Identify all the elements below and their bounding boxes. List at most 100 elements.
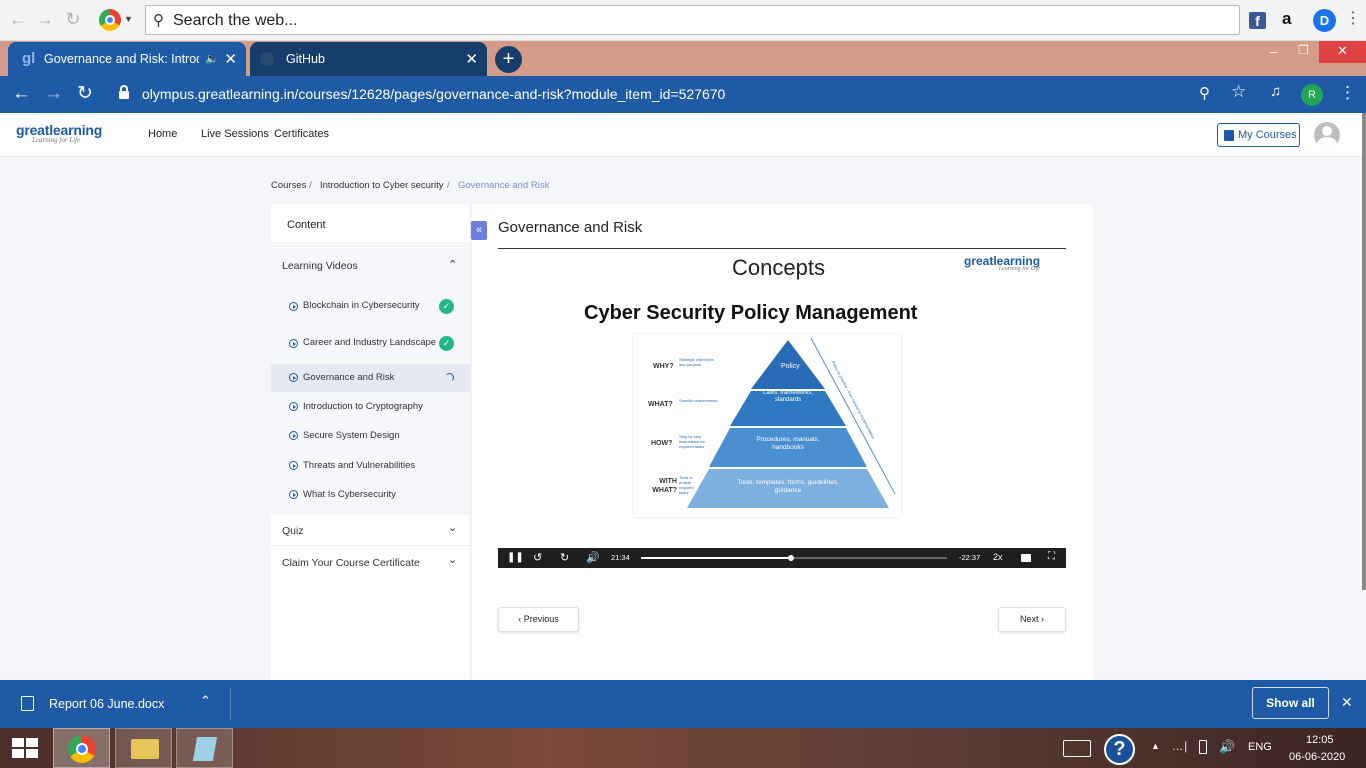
forward-arrow-icon[interactable]: → [44, 83, 63, 105]
windows-start-icon[interactable] [12, 738, 38, 758]
close-tab-icon[interactable]: ✕ [465, 50, 478, 68]
help-icon[interactable]: ? [1104, 734, 1135, 765]
user-avatar[interactable] [1314, 122, 1340, 148]
video-item[interactable]: Introduction to Cryptography [271, 396, 470, 416]
page-scrollbar[interactable] [1362, 113, 1366, 590]
language-indicator[interactable]: ENG [1248, 741, 1272, 753]
reload-icon[interactable]: ↻ [77, 82, 93, 105]
restore-icon[interactable]: ❐ [1298, 43, 1309, 57]
new-tab-button[interactable]: + [495, 46, 522, 73]
back-arrow-icon[interactable]: ← [12, 83, 31, 105]
taskbar-explorer-button[interactable] [115, 728, 172, 768]
chevron-down-icon[interactable]: ▼ [124, 14, 133, 24]
search-input[interactable]: ⚲ Search the web... [145, 5, 1240, 35]
pyramid-level-label: Policy [781, 363, 800, 370]
my-courses-button[interactable]: My Courses [1217, 123, 1300, 147]
course-sidebar: Content Learning Videos ⌃ Blockchain in … [271, 204, 471, 680]
section-label: Claim Your Course Certificate [282, 557, 420, 569]
progress-handle[interactable] [787, 555, 794, 561]
rewind-10-icon[interactable]: ↺ [533, 551, 542, 564]
video-item[interactable]: What Is Cybersecurity [271, 484, 470, 504]
reload-icon[interactable]: ↻ [63, 9, 83, 29]
minimize-icon[interactable]: – [1270, 43, 1278, 59]
video-item[interactable]: Career and Industry Landscape ✓ [271, 331, 470, 355]
chevron-left-icon: ‹ [518, 614, 522, 624]
video-item[interactable]: Blockchain in Cybersecurity ✓ [271, 294, 470, 318]
tab-title: GitHub [286, 52, 325, 66]
captions-icon[interactable] [1021, 554, 1031, 562]
elapsed-time: 21:34 [611, 553, 630, 562]
chevron-up-icon[interactable]: ⌃ [200, 693, 211, 709]
fullscreen-icon[interactable]: ⛶ [1048, 551, 1055, 562]
tab-github[interactable]: GitHub ✕ [250, 42, 487, 76]
next-button[interactable]: Next › [998, 607, 1066, 632]
video-item-label: Blockchain in Cybersecurity [303, 300, 420, 311]
chevron-up-icon[interactable]: ▲ [1151, 741, 1160, 751]
clock-date[interactable]: 06-06-2020 [1289, 751, 1345, 763]
slide-title: Cyber Security Policy Management [584, 302, 918, 324]
pyramid-level-label: Tools, templates, forms, guidelines, gui… [737, 479, 839, 494]
previous-button[interactable]: ‹ Previous [498, 607, 579, 632]
download-filename[interactable]: Report 06 June.docx [49, 697, 164, 711]
tab-title: Governance and Risk: Introdu [44, 52, 199, 66]
more-vert-icon[interactable]: ⋮ [1345, 8, 1361, 28]
media-control-icon[interactable]: ♫ [1270, 83, 1281, 100]
browser-toolbar: ← → ↻ ▼ ⚲ Search the web... f a D ⋮ [0, 0, 1366, 41]
clock-time[interactable]: 12:05 [1306, 734, 1334, 746]
profile-avatar[interactable]: R [1301, 84, 1323, 106]
progress-spinner-icon [445, 373, 454, 382]
show-all-button[interactable]: Show all [1252, 687, 1329, 719]
nav-certificates[interactable]: Certificates [274, 128, 329, 140]
forward-arrow-icon[interactable]: → [35, 9, 55, 29]
play-circle-icon [289, 302, 298, 311]
taskbar-chrome-button[interactable] [53, 728, 110, 768]
url-text[interactable]: olympus.greatlearning.in/courses/12628/p… [142, 86, 725, 102]
video-item[interactable]: Threats and Vulnerabilities [271, 455, 470, 475]
section-learning-videos[interactable]: Learning Videos ⌃ [271, 245, 470, 285]
check-complete-icon: ✓ [439, 336, 454, 351]
close-tab-icon[interactable]: ✕ [224, 50, 237, 68]
slide-logo: greatlearning Learning for Life [964, 254, 1040, 272]
zoom-icon[interactable]: ⚲ [1199, 84, 1210, 102]
pause-icon[interactable]: ❚❚ [507, 552, 524, 563]
more-vert-icon[interactable]: ⋮ [1339, 83, 1356, 103]
window-close-button[interactable]: ✕ [1319, 41, 1366, 63]
sidebar-header: Content [271, 204, 471, 244]
dashlane-extension-icon[interactable]: D [1313, 9, 1336, 32]
video-item-label: Career and Industry Landscape [303, 337, 437, 348]
playback-speed[interactable]: 2x [993, 552, 1003, 562]
video-item-active[interactable]: Governance and Risk [271, 364, 470, 392]
amazon-icon[interactable]: a [1282, 9, 1291, 29]
facebook-icon[interactable]: f [1249, 12, 1266, 29]
chrome-logo-icon[interactable] [99, 9, 121, 31]
video-item[interactable]: Secure System Design [271, 425, 470, 445]
video-item-label: Threats and Vulnerabilities [303, 460, 416, 471]
taskbar-notepad-button[interactable] [176, 728, 233, 768]
play-circle-icon [289, 461, 298, 470]
breadcrumb-courses[interactable]: Courses [271, 180, 306, 191]
volume-icon[interactable]: 🔊 [586, 551, 600, 564]
breadcrumb-course[interactable]: Introduction to Cyber security [320, 180, 444, 191]
bookmark-star-icon[interactable]: ☆ [1231, 82, 1246, 102]
pyramid-question: WITH WHAT? [652, 478, 677, 494]
volume-icon[interactable]: 🔊 [1219, 739, 1235, 755]
next-label: Next [1019, 614, 1039, 624]
collapse-sidebar-button[interactable]: « [471, 221, 487, 240]
tab-governance-and-risk[interactable]: gl Governance and Risk: Introdu 🔈 ✕ [8, 42, 246, 76]
nav-home[interactable]: Home [148, 128, 177, 140]
nav-live-sessions[interactable]: Live Sessions [201, 128, 269, 140]
keyboard-icon[interactable] [1063, 740, 1091, 757]
page-title: Governance and Risk [498, 219, 643, 236]
github-icon [260, 52, 274, 66]
back-arrow-icon[interactable]: ← [8, 9, 28, 29]
speaker-mute-icon[interactable]: 🔈 [205, 52, 219, 65]
network-signal-icon[interactable]: …∣ [1172, 740, 1189, 753]
video-player[interactable]: Concepts greatlearning Learning for Life… [498, 248, 1066, 568]
section-certificate[interactable]: Claim Your Course Certificate ⌄ [271, 545, 470, 577]
battery-icon[interactable] [1199, 740, 1207, 754]
forward-10-icon[interactable]: ↻ [560, 551, 569, 564]
progress-track[interactable] [641, 555, 947, 561]
close-icon[interactable]: ✕ [1341, 694, 1353, 711]
section-quiz[interactable]: Quiz ⌄ [271, 513, 470, 545]
greatlearning-logo[interactable]: greatlearning Learning for Life [16, 122, 102, 144]
